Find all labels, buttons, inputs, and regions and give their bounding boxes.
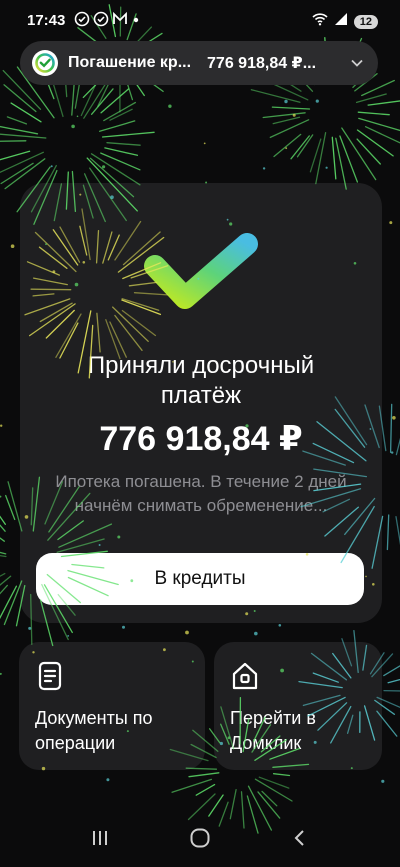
notification-title: Погашение кр...	[68, 54, 192, 71]
document-icon	[35, 660, 65, 692]
recent-apps-button[interactable]	[80, 818, 120, 858]
spark-dot	[392, 416, 396, 420]
spark-dot	[254, 631, 258, 636]
spark-dot	[285, 147, 288, 150]
spark-dot	[67, 635, 70, 637]
domclick-label: Перейти в Домклик	[230, 708, 316, 753]
signal-icon	[334, 12, 348, 31]
home-button[interactable]	[180, 818, 220, 858]
spark-dot	[102, 165, 106, 169]
spark-dot	[168, 104, 172, 108]
spark-dot	[28, 626, 32, 630]
spark-dot	[284, 99, 288, 104]
check-circle-icon	[74, 11, 90, 30]
status-right: 12	[312, 12, 378, 31]
spark-dot	[292, 113, 296, 117]
chevron-down-icon[interactable]	[350, 55, 364, 71]
payment-amount: 776 918,84 ₽	[99, 420, 303, 458]
result-card: Приняли досрочный платёж 776 918,84 ₽ Ип…	[20, 183, 382, 623]
spark-dot	[315, 99, 319, 103]
success-check-icon	[141, 230, 261, 320]
status-notification-icons	[74, 11, 141, 30]
spark-dot	[0, 672, 2, 675]
spark-dot	[325, 166, 328, 169]
back-button[interactable]	[280, 818, 320, 858]
domclick-tile[interactable]: Перейти в Домклик	[214, 642, 382, 770]
documents-tile[interactable]: Документы по операции	[19, 642, 205, 770]
check-circle-icon	[93, 11, 109, 30]
dot-icon	[131, 11, 141, 30]
sber-logo-icon	[32, 50, 58, 76]
mail-icon	[112, 11, 128, 30]
house-icon	[230, 660, 260, 692]
spark-dot	[106, 778, 110, 782]
status-bar: 17:43 12	[0, 0, 400, 40]
spark-dot	[0, 424, 3, 427]
spark-dot	[262, 167, 266, 170]
notification-pill[interactable]: Погашение кр... 776 918,84 ₽...	[20, 41, 378, 85]
documents-label: Документы по операции	[35, 708, 153, 753]
spark-dot	[76, 115, 79, 118]
system-nav-bar	[0, 808, 400, 867]
success-description: Ипотека погашена. В течение 2 дней начнё…	[55, 472, 347, 515]
spark-dot	[203, 142, 206, 145]
battery-badge: 12	[353, 14, 378, 29]
wifi-icon	[312, 12, 328, 31]
spark-dot	[0, 495, 2, 498]
to-credits-button[interactable]: В кредиты	[36, 553, 364, 605]
notification-amount: 776 918,84 ₽...	[207, 55, 317, 72]
spark-dot	[278, 624, 282, 627]
spark-dot	[381, 779, 385, 783]
spark-dot	[122, 625, 125, 629]
spark-dot	[391, 451, 394, 454]
spark-dot	[389, 221, 393, 225]
success-title: Приняли досрочный платёж	[87, 352, 315, 409]
spark-dot	[50, 165, 53, 168]
spark-dot	[10, 244, 15, 248]
status-time: 17:43	[27, 12, 66, 29]
spark-dot	[185, 630, 189, 635]
spark-dot	[71, 124, 75, 129]
